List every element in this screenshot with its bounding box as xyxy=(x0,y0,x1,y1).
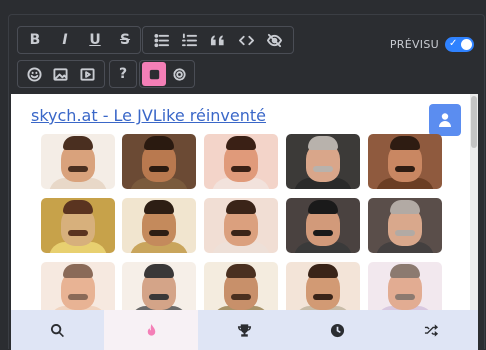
shuffle-icon xyxy=(424,323,438,337)
sticker-thumbnail[interactable] xyxy=(41,134,115,189)
image-icon[interactable] xyxy=(48,61,74,87)
sticker-thumbnail[interactable] xyxy=(204,134,278,189)
sticker-thumbnail[interactable] xyxy=(122,134,196,189)
bullet-list-icon[interactable] xyxy=(148,27,174,53)
tab-recent[interactable] xyxy=(291,310,384,350)
editor-toolbar: B I U S ? PRÉVISU ✓ xyxy=(9,15,484,95)
numbered-list-icon[interactable] xyxy=(177,27,203,53)
user-button[interactable] xyxy=(429,104,461,136)
sticker-thumbnail[interactable] xyxy=(122,198,196,253)
panel-scrollbar[interactable] xyxy=(470,94,478,324)
bold-icon[interactable]: B xyxy=(22,27,48,53)
sticker-button-group xyxy=(139,60,195,88)
sticker-category-bar xyxy=(11,310,478,350)
sticker-thumbnail[interactable] xyxy=(368,198,442,253)
tab-search[interactable] xyxy=(11,310,104,350)
video-icon[interactable] xyxy=(75,61,101,87)
sticker-thumbnail[interactable] xyxy=(368,134,442,189)
sticker-thumbnail[interactable] xyxy=(368,262,442,317)
italic-icon[interactable]: I xyxy=(52,27,78,53)
clock-icon xyxy=(331,323,345,337)
sticker-thumbnail[interactable] xyxy=(41,198,115,253)
code-icon[interactable] xyxy=(233,27,259,53)
quote-icon[interactable] xyxy=(205,27,231,53)
settings-icon[interactable] xyxy=(166,61,192,87)
skychat-link[interactable]: skych.at - Le JVLike réinventé xyxy=(31,106,266,125)
tab-hot[interactable] xyxy=(104,310,198,350)
trophy-icon xyxy=(237,323,252,337)
media-button-group xyxy=(17,60,105,88)
preview-switch[interactable]: ✓ xyxy=(445,37,474,52)
preview-toggle[interactable]: PRÉVISU ✓ xyxy=(390,37,474,52)
preview-label: PRÉVISU xyxy=(389,38,439,51)
emoji-icon[interactable] xyxy=(21,61,47,87)
block-button-group xyxy=(142,26,294,54)
help-icon[interactable]: ? xyxy=(110,61,136,87)
sticker-thumbnail[interactable] xyxy=(286,134,360,189)
sticker-panel: skych.at - Le JVLike réinventé xyxy=(11,94,478,324)
tab-random[interactable] xyxy=(385,310,478,350)
help-button-group: ? xyxy=(109,60,137,88)
underline-icon[interactable]: U xyxy=(82,27,108,53)
search-icon xyxy=(51,323,65,337)
sticker-thumbnail[interactable] xyxy=(204,262,278,317)
sticker-thumbnail[interactable] xyxy=(41,262,115,317)
sticker-icon[interactable] xyxy=(142,62,166,86)
sticker-thumbnail[interactable] xyxy=(286,198,360,253)
tab-top[interactable] xyxy=(198,310,291,350)
user-icon xyxy=(439,113,451,127)
scrollbar-thumb[interactable] xyxy=(471,96,477,148)
switch-knob xyxy=(461,39,472,50)
sticker-thumbnail[interactable] xyxy=(122,262,196,317)
sticker-thumbnail[interactable] xyxy=(204,198,278,253)
spoiler-eye-slash-icon[interactable] xyxy=(262,27,288,53)
fire-icon xyxy=(147,323,155,336)
format-button-group: B I U S xyxy=(17,26,141,54)
sticker-thumbnail[interactable] xyxy=(286,262,360,317)
editor-frame: B I U S ? PRÉVISU ✓ skych.at - Le JVLike… xyxy=(8,14,485,350)
check-icon: ✓ xyxy=(449,38,458,49)
strikethrough-icon[interactable]: S xyxy=(112,27,138,53)
